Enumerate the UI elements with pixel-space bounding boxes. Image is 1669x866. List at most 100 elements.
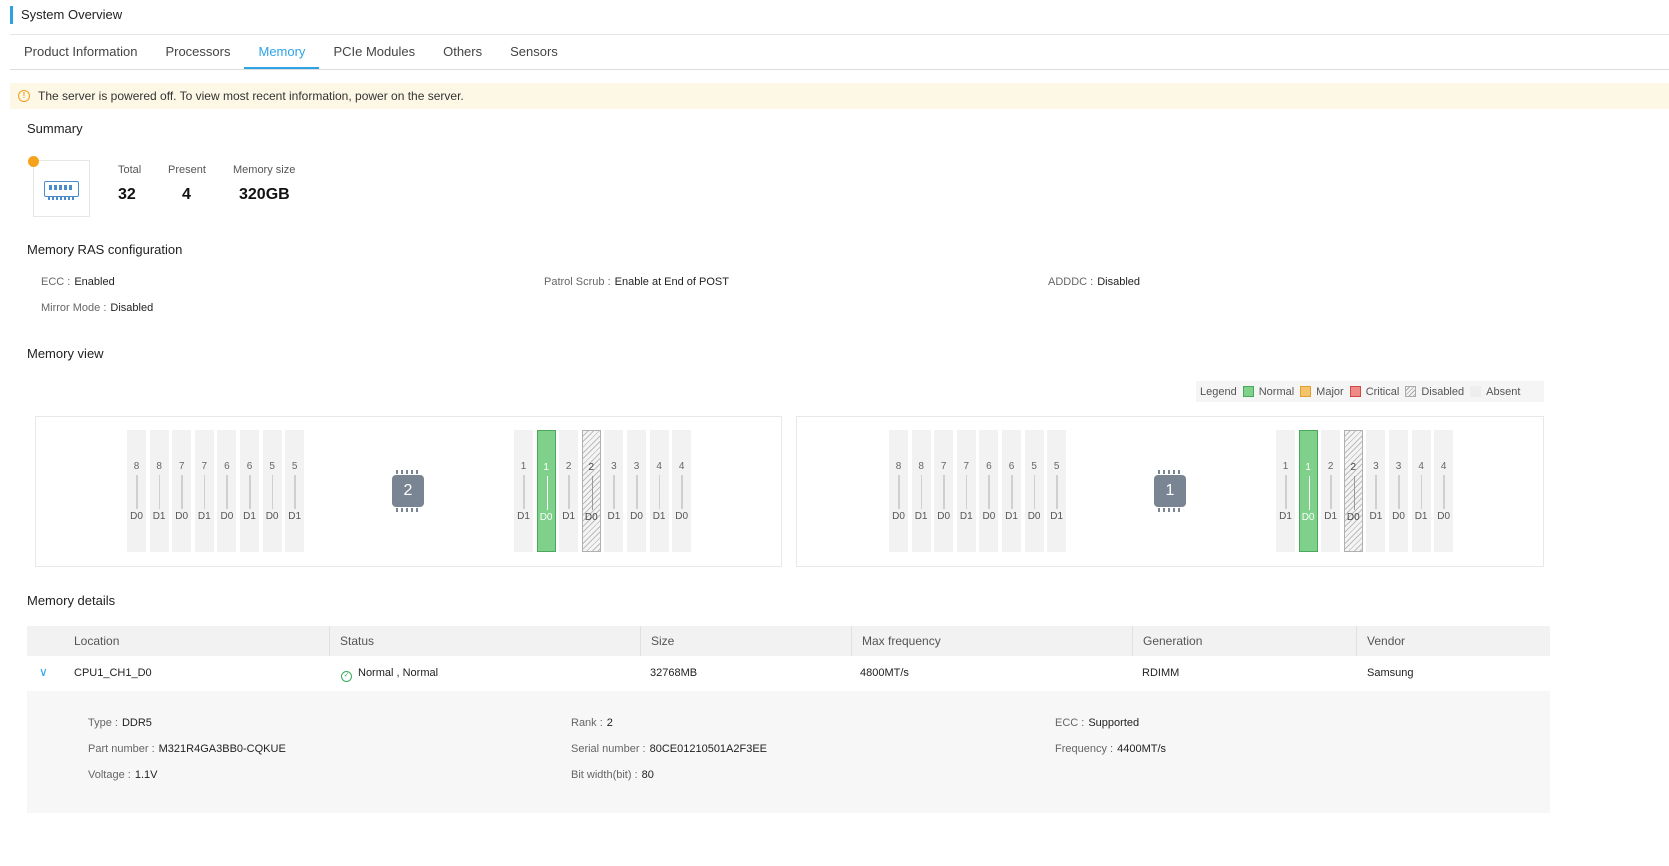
dimm-slot[interactable]: 6 D0 — [217, 430, 237, 552]
col-generation[interactable]: Generation — [1132, 626, 1356, 656]
dimm-slot-label: D0 — [584, 512, 598, 523]
dimm-slot[interactable]: 5 D1 — [285, 430, 305, 552]
dimm-slot-number: 3 — [1395, 461, 1402, 472]
tab-others[interactable]: Others — [429, 35, 496, 69]
ras-ecc-value: Enabled — [74, 276, 115, 288]
chevron-down-icon[interactable]: ∨ — [39, 666, 51, 678]
dimm-slot[interactable]: 2 D1 — [1321, 430, 1341, 552]
ras-ecc-label: ECC : — [41, 276, 71, 288]
dimm-slot[interactable]: 1 D1 — [1276, 430, 1295, 552]
dimm-slot[interactable]: 3 D0 — [627, 430, 646, 552]
tab-product-information[interactable]: Product Information — [10, 35, 151, 69]
alert-text: The server is powered off. To view most … — [38, 89, 464, 103]
detail-frequency: Frequency :4400MT/s — [1055, 743, 1166, 755]
legend-major: Major — [1300, 386, 1344, 398]
status-dot-icon — [28, 156, 39, 167]
dimm-slot[interactable]: 4 D1 — [649, 430, 669, 552]
dimm-slot[interactable]: 1 D1 — [514, 430, 533, 552]
dimm-slot[interactable]: 3 D1 — [604, 430, 624, 552]
dimm-slot-label: D1 — [1369, 511, 1383, 522]
ras-mirror-value: Disabled — [110, 302, 154, 314]
detail-rank: Rank :2 — [571, 717, 613, 729]
detail-freq-label: Frequency : — [1055, 743, 1114, 755]
dimm-slot-bar — [294, 475, 296, 509]
dimm-slot-bar — [1056, 475, 1058, 509]
dimm-slot[interactable]: 3 D0 — [1389, 430, 1408, 552]
dimm-slot-label: D1 — [1279, 511, 1292, 522]
dimm-slot[interactable]: 2 D1 — [559, 430, 579, 552]
dimm-slot-label: D0 — [1301, 512, 1315, 523]
tab-pcie-modules[interactable]: PCIe Modules — [319, 35, 429, 69]
col-location[interactable]: Location — [64, 626, 328, 656]
col-vendor[interactable]: Vendor — [1356, 626, 1550, 656]
dimm-slot-bar — [1330, 475, 1332, 509]
dimm-slot[interactable]: 1 D0 — [1298, 430, 1318, 552]
disabled-swatch — [1405, 386, 1417, 397]
col-status[interactable]: Status — [329, 626, 640, 656]
dimm-slot[interactable]: 7 D1 — [194, 430, 214, 552]
table-row[interactable]: ∨ CPU1_CH1_D0 ✓ Normal , Normal 32768MB 4… — [27, 656, 1550, 691]
dimm-slot-label: D1 — [607, 511, 621, 522]
dimm-slot[interactable]: 4 D0 — [1434, 430, 1454, 552]
dimm-slot-label: D0 — [630, 511, 643, 522]
legend: Legend Normal Major Critical Disabled Ab… — [1196, 381, 1544, 402]
dimm-slot-number: 2 — [588, 462, 595, 473]
dimm-slot[interactable]: 2 D0 — [581, 430, 601, 552]
dimm-slot-label: D1 — [288, 511, 302, 522]
col-max-frequency[interactable]: Max frequency — [851, 626, 1132, 656]
dimm-slot[interactable]: 8 D1 — [911, 430, 931, 552]
dimm-slot-number: 5 — [1053, 461, 1060, 472]
cpu-panel-1: 1 8 D0 8 D1 7 D0 7 D1 6 D0 6 D1 5 D0 5 D1 1 D1 1 D0 2 D1 2 D0 3 D… — [796, 416, 1544, 567]
row-detail-panel: Type : DDR5 Part number : M321R4GA3BB0-CQK… — [27, 691, 1550, 813]
dimm-slot[interactable]: 7 D1 — [956, 430, 976, 552]
detail-bitwidth-label: Bit width(bit) : — [571, 769, 638, 781]
dimm-slot[interactable]: 4 D1 — [1411, 430, 1431, 552]
dimm-slot-bar — [271, 475, 274, 509]
dimm-slot-bar — [523, 475, 525, 509]
dimm-slot[interactable]: 2 D0 — [1343, 430, 1363, 552]
dimm-slot[interactable]: 8 D1 — [149, 430, 169, 552]
dimm-slot[interactable]: 4 D0 — [672, 430, 692, 552]
dimm-slot-number: 1 — [520, 461, 527, 472]
dimm-slot[interactable]: 8 D0 — [889, 430, 908, 552]
detail-freq-value: 4400MT/s — [1117, 743, 1167, 755]
dimm-slot-bar — [943, 475, 945, 509]
tab-processors[interactable]: Processors — [151, 35, 244, 69]
dimm-slot[interactable]: 6 D0 — [979, 430, 999, 552]
dimm-slot-number: 8 — [895, 461, 902, 472]
dimm-slot-label: D1 — [1414, 511, 1428, 522]
normal-swatch — [1242, 386, 1254, 397]
dimm-slot[interactable]: 7 D0 — [172, 430, 192, 552]
ras-patrol-label: Patrol Scrub : — [544, 276, 611, 288]
tab-bar: Product Information Processors Memory PC… — [10, 35, 1669, 70]
memory-summary-card — [33, 160, 90, 217]
dimm-slot-number: 5 — [291, 461, 298, 472]
dimm-slot-label: D1 — [243, 511, 256, 522]
memory-module-icon — [44, 181, 79, 200]
dimm-slot-label: D0 — [675, 511, 689, 522]
dimm-slot[interactable]: 3 D1 — [1366, 430, 1386, 552]
dimm-slot-number: 7 — [178, 461, 185, 472]
dimm-slot[interactable]: 6 D1 — [240, 430, 259, 552]
dimm-slot[interactable]: 7 D0 — [934, 430, 954, 552]
cell-generation: RDIMM — [1142, 667, 1180, 679]
dimm-slot-bar — [965, 475, 968, 509]
dimm-slot[interactable]: 6 D1 — [1002, 430, 1021, 552]
tab-sensors[interactable]: Sensors — [496, 35, 572, 69]
cpu-chip-icon: 2 — [392, 470, 424, 512]
dimm-slot[interactable]: 5 D0 — [1024, 430, 1044, 552]
detail-bitwidth-value: 80 — [641, 769, 654, 781]
dimm-slot[interactable]: 8 D0 — [127, 430, 146, 552]
legend-critical-label: Critical — [1365, 385, 1400, 398]
tab-memory[interactable]: Memory — [244, 35, 320, 69]
dimm-slot[interactable]: 5 D0 — [262, 430, 282, 552]
legend-critical: Critical — [1349, 385, 1400, 398]
dimm-slot[interactable]: 5 D1 — [1047, 430, 1067, 552]
dimm-slot-bar — [1033, 475, 1036, 509]
dimm-slot-number: 6 — [1008, 461, 1015, 472]
dimm-slot-label: D1 — [959, 511, 973, 522]
col-size[interactable]: Size — [640, 626, 850, 656]
detail-ecc: ECC : Supported — [1055, 717, 1139, 729]
dimm-slot[interactable]: 1 D0 — [536, 430, 556, 552]
legend-major-label: Major — [1316, 385, 1344, 398]
